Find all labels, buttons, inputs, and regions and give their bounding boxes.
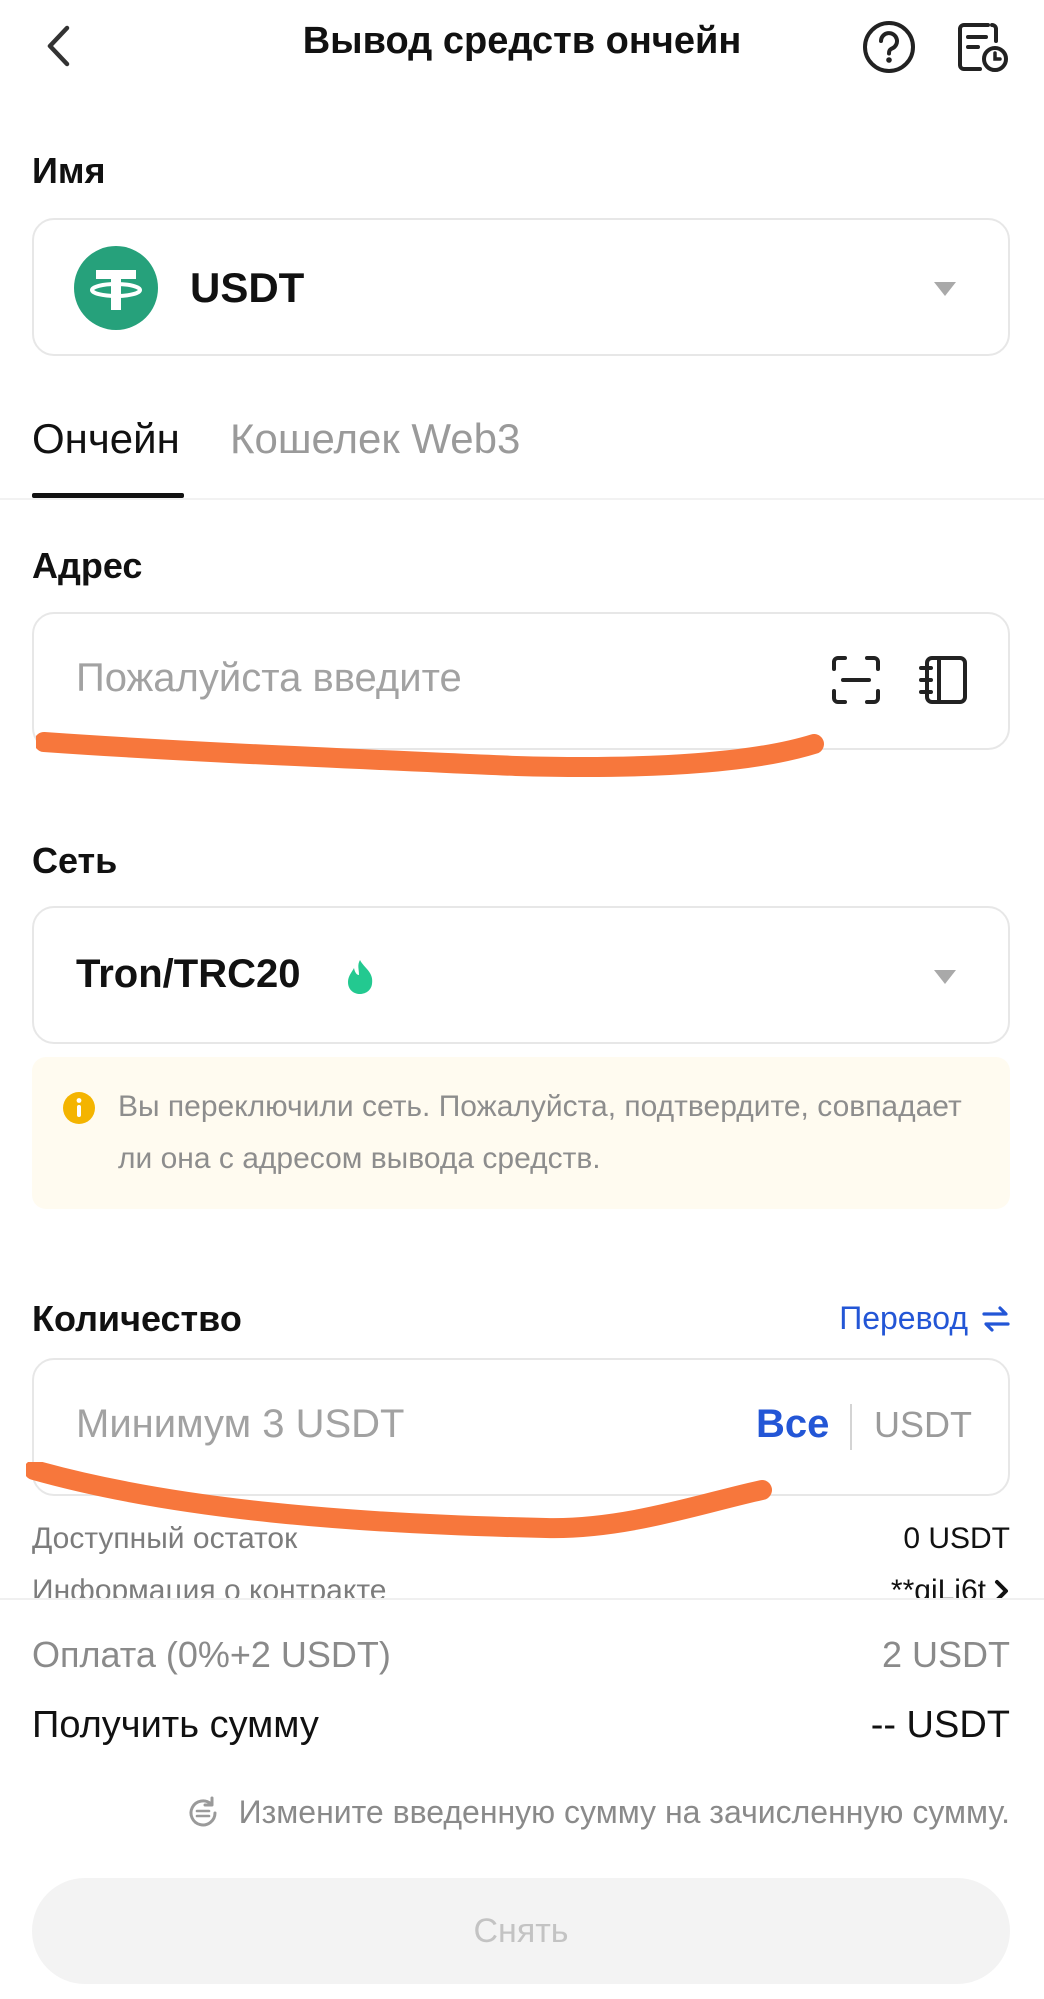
scan-icon — [832, 656, 880, 704]
receive-amount-label: Получить сумму — [32, 1704, 319, 1746]
max-all-button[interactable]: Все — [756, 1402, 829, 1447]
help-button[interactable] — [860, 18, 918, 76]
name-label: Имя — [32, 150, 106, 191]
address-book-icon — [919, 656, 967, 704]
receive-amount-value: -- USDT — [870, 1704, 1010, 1746]
available-balance-label: Доступный остаток — [32, 1522, 298, 1555]
hot-flame-icon — [348, 960, 373, 994]
convert-link[interactable]: Перевод — [839, 1300, 1010, 1337]
network-name: Tron/TRC20 — [76, 952, 301, 996]
dropdown-arrow-icon — [934, 970, 956, 984]
fee-label: Оплата (0%+2 USDT) — [32, 1634, 391, 1675]
info-icon — [63, 1092, 95, 1124]
history-record-icon — [958, 23, 1008, 72]
tab-onchain[interactable]: Ончейн — [32, 415, 180, 463]
address-book-button[interactable] — [914, 650, 974, 710]
address-redaction-mark — [36, 732, 824, 778]
tether-logo — [74, 246, 158, 330]
scan-button[interactable] — [826, 650, 886, 710]
amount-divider — [850, 1404, 852, 1450]
switch-cycle-icon — [189, 1796, 217, 1826]
network-warning: Вы переключили сеть. Пожалуйста, подтвер… — [32, 1057, 1010, 1209]
withdraw-button[interactable]: Снять — [32, 1878, 1010, 1984]
amount-label: Количество — [32, 1298, 242, 1339]
coin-name: USDT — [190, 264, 305, 311]
switch-amount-hint[interactable]: Измените введенную сумму на зачисленную … — [185, 1794, 1010, 1831]
history-button[interactable] — [952, 18, 1012, 76]
network-label: Сеть — [32, 840, 118, 881]
amount-unit: USDT — [874, 1404, 972, 1445]
tab-divider — [0, 498, 1044, 500]
warning-text: Вы переключили сеть. Пожалуйста, подтвер… — [118, 1090, 962, 1175]
address-label: Адрес — [32, 545, 143, 586]
network-select[interactable]: Tron/TRC20 — [32, 906, 1010, 1044]
tab-web3-wallet[interactable]: Кошелек Web3 — [230, 415, 520, 463]
address-input[interactable]: Пожалуйста введите — [76, 656, 462, 701]
coin-select[interactable]: USDT — [32, 218, 1010, 356]
convert-link-label: Перевод — [839, 1300, 968, 1336]
amount-input[interactable]: Минимум 3 USDT — [76, 1402, 404, 1447]
swap-arrows-icon — [982, 1305, 1010, 1332]
switch-amount-hint-text: Измените введенную сумму на зачисленную … — [238, 1794, 1010, 1830]
available-balance-value: 0 USDT — [903, 1522, 1010, 1555]
fee-value: 2 USDT — [881, 1634, 1010, 1675]
question-circle-icon — [863, 21, 915, 73]
dropdown-arrow-icon — [934, 282, 956, 296]
